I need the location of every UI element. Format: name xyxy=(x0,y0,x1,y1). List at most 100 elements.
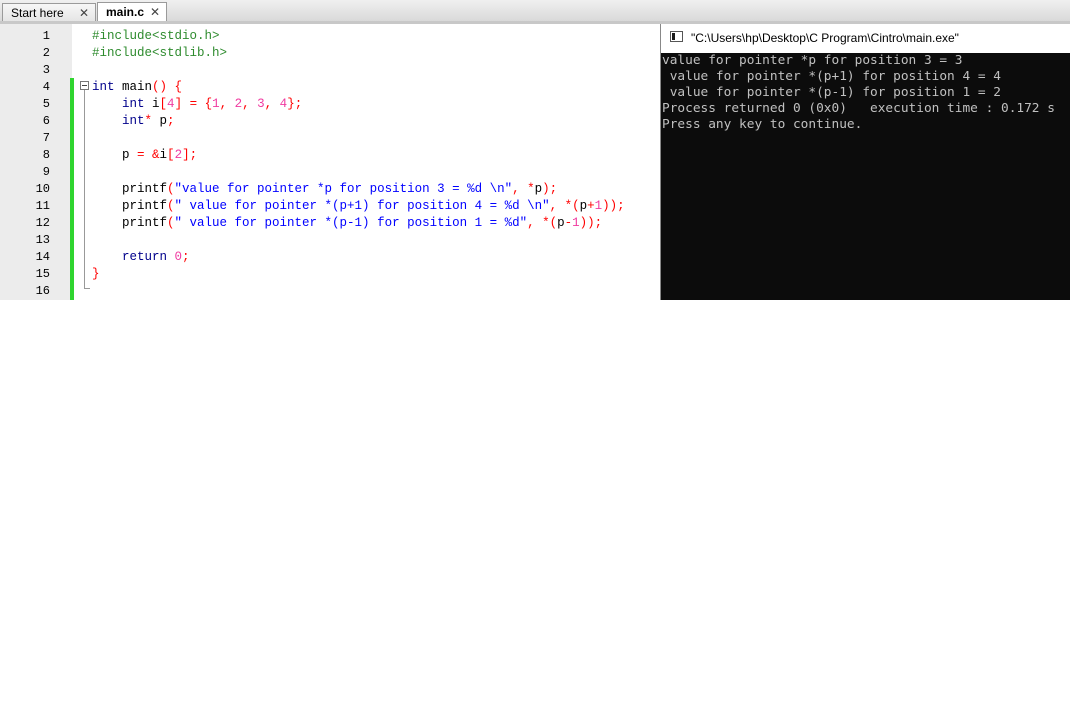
code-line[interactable]: 5 int i[4] = {1, 2, 3, 4}; xyxy=(0,96,660,113)
console-window[interactable]: "C:\Users\hp\Desktop\C Program\Cintro\ma… xyxy=(660,24,1070,300)
code-token: ] = { xyxy=(174,97,213,111)
code-line[interactable]: 6 int* p; xyxy=(0,113,660,130)
code-text: printf(" value for pointer *(p-1) for po… xyxy=(92,215,602,232)
code-token: i xyxy=(144,97,160,111)
code-text: #include<stdlib.h> xyxy=(92,45,227,62)
line-number: 13 xyxy=(35,233,50,247)
tab-start-here[interactable]: Start here ✕ xyxy=(2,3,96,22)
code-token: , xyxy=(264,97,280,111)
code-token: , xyxy=(242,97,258,111)
code-token: 3 xyxy=(257,97,265,111)
tab-label: Start here xyxy=(11,6,64,20)
line-number: 15 xyxy=(35,267,50,281)
line-number: 10 xyxy=(35,182,50,196)
code-token: )); xyxy=(579,216,603,230)
code-token: , * xyxy=(512,182,535,196)
console-window-icon xyxy=(670,31,683,42)
code-token: " value for pointer *(p-1) for position … xyxy=(174,216,528,230)
code-token: ); xyxy=(542,182,558,196)
console-line: Press any key to continue. xyxy=(662,117,863,132)
code-token: () { xyxy=(152,80,183,94)
code-token: * xyxy=(144,114,153,128)
code-token: p xyxy=(92,148,138,162)
code-token: "value for pointer *p for position 3 = %… xyxy=(174,182,513,196)
code-line[interactable]: 9 xyxy=(0,164,660,181)
code-token: p xyxy=(152,114,168,128)
code-token: = & xyxy=(137,148,160,162)
code-token: 2 xyxy=(234,97,243,111)
code-token: " value for pointer *(p+1) for position … xyxy=(174,199,550,213)
code-token: i xyxy=(159,148,168,162)
code-line[interactable]: 16 xyxy=(0,283,660,300)
line-number: 4 xyxy=(42,80,50,94)
code-token: ( xyxy=(167,199,175,213)
code-text: return 0; xyxy=(92,249,190,266)
code-line[interactable]: 11 printf(" value for pointer *(p+1) for… xyxy=(0,198,660,215)
line-number: 7 xyxy=(42,131,50,145)
code-token: - xyxy=(564,216,573,230)
line-number: 14 xyxy=(35,250,50,264)
code-token: return xyxy=(92,250,168,264)
line-number: 3 xyxy=(42,63,50,77)
line-number: 2 xyxy=(42,46,50,60)
code-text: } xyxy=(92,266,100,283)
code-token: } xyxy=(92,267,100,281)
code-line[interactable]: 14 return 0; xyxy=(0,249,660,266)
tab-main-c[interactable]: main.c ✕ xyxy=(97,2,167,22)
code-token: int xyxy=(92,97,145,111)
code-token: printf xyxy=(92,216,168,230)
code-token: 1 xyxy=(212,97,220,111)
code-token: , *( xyxy=(527,216,558,230)
code-line[interactable]: 4 int main() { xyxy=(0,79,660,96)
code-line[interactable]: 1 #include<stdio.h> xyxy=(0,28,660,45)
code-token: #include<stdlib.h> xyxy=(92,46,228,60)
code-token: ( xyxy=(167,216,175,230)
console-output[interactable]: value for pointer *p for position 3 = 3 … xyxy=(661,53,1070,300)
code-text: int i[4] = {1, 2, 3, 4}; xyxy=(92,96,302,113)
code-token: }; xyxy=(287,97,303,111)
code-token: + xyxy=(587,199,595,213)
code-token: #include<stdio.h> xyxy=(92,29,220,43)
code-token: ; xyxy=(167,114,175,128)
code-editor[interactable]: 1 #include<stdio.h> 2 #include<stdlib.h> 3 4 i… xyxy=(0,24,660,300)
code-token: p xyxy=(534,182,543,196)
code-text: p = &i[2]; xyxy=(92,147,197,164)
code-line[interactable]: 3 xyxy=(0,62,660,79)
code-token: printf xyxy=(92,182,168,196)
code-token: [ xyxy=(159,97,168,111)
code-token: 2 xyxy=(174,148,183,162)
code-token: ( xyxy=(167,182,175,196)
code-token: )); xyxy=(602,199,625,213)
editor-tab-bar: Start here ✕ main.c ✕ xyxy=(0,0,1070,22)
code-token: int xyxy=(92,80,115,94)
code-line[interactable]: 8 p = &i[2]; xyxy=(0,147,660,164)
console-line: value for pointer *(p+1) for position 4 … xyxy=(662,69,1001,84)
code-token: ; xyxy=(182,250,190,264)
code-line[interactable]: 7 xyxy=(0,130,660,147)
code-token: 1 xyxy=(572,216,580,230)
code-line[interactable]: 10 printf("value for pointer *p for posi… xyxy=(0,181,660,198)
tab-label: main.c xyxy=(106,5,145,19)
line-number: 1 xyxy=(42,29,50,43)
code-line[interactable]: 15} xyxy=(0,266,660,283)
line-number: 12 xyxy=(35,216,50,230)
console-title: "C:\Users\hp\Desktop\C Program\Cintro\ma… xyxy=(691,31,959,45)
code-token: main xyxy=(114,80,153,94)
code-token: [ xyxy=(167,148,175,162)
close-icon[interactable]: ✕ xyxy=(150,3,160,21)
code-text: printf("value for pointer *p for positio… xyxy=(92,181,557,198)
code-token: ]; xyxy=(182,148,198,162)
code-line[interactable]: 2 #include<stdlib.h> xyxy=(0,45,660,62)
code-text: printf(" value for pointer *(p+1) for po… xyxy=(92,198,625,215)
code-line[interactable]: 13 xyxy=(0,232,660,249)
code-line[interactable]: 12 printf(" value for pointer *(p-1) for… xyxy=(0,215,660,232)
close-icon[interactable]: ✕ xyxy=(79,4,89,22)
code-text: int* p; xyxy=(92,113,175,130)
console-line: Process returned 0 (0x0) execution time … xyxy=(662,101,1055,116)
code-token: 4 xyxy=(167,97,175,111)
code-token: , xyxy=(219,97,235,111)
console-title-bar[interactable]: "C:\Users\hp\Desktop\C Program\Cintro\ma… xyxy=(661,24,1070,53)
code-token: p xyxy=(557,216,565,230)
code-token: p xyxy=(579,199,588,213)
